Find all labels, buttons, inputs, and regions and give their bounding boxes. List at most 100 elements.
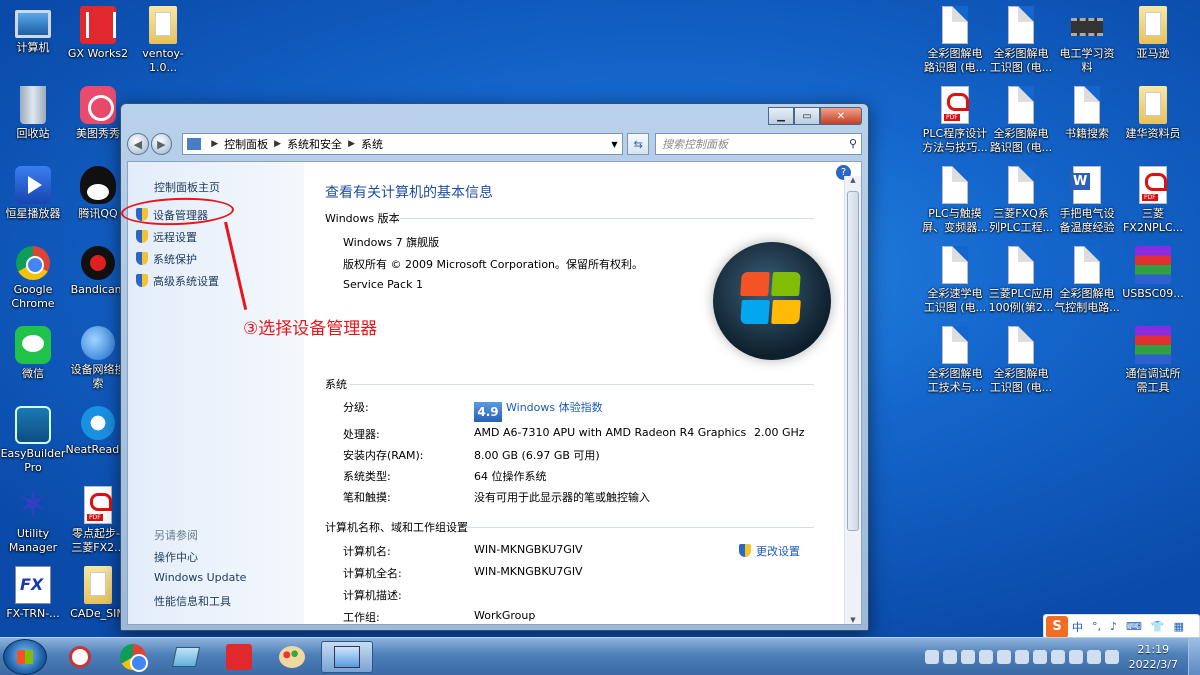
action-center-link[interactable]: 操作中心	[154, 549, 198, 565]
desktop-icon[interactable]: 恒星播放器	[0, 166, 66, 244]
desktop-icon-label: 美图秀秀	[76, 127, 120, 140]
desktop-icon[interactable]: 全彩速学电 工识图 (电...	[922, 246, 988, 324]
system-protection-link[interactable]: 系统保护	[136, 251, 197, 267]
desktop-icon[interactable]: PLC与触摸 屏、变频器...	[922, 166, 988, 244]
usb-icon[interactable]	[1050, 650, 1065, 664]
scroll-up-icon[interactable]: ▲	[845, 176, 861, 184]
start-button[interactable]	[3, 639, 47, 675]
desktop-icon[interactable]: USBSC09...	[1120, 246, 1186, 324]
breadcrumb-system-security[interactable]: 系统和安全	[287, 136, 342, 152]
taskbar-gx-works2[interactable]	[213, 641, 265, 673]
chip-icon	[1069, 6, 1105, 44]
desktop-icon[interactable]: 三菱 FX2NPLC...	[1120, 166, 1186, 244]
desktop-icon[interactable]: 微信	[0, 326, 66, 404]
desktop-icon[interactable]: GX Works2	[65, 6, 131, 84]
control-panel-icon	[334, 646, 360, 668]
name-row-label: 计算机描述:	[343, 589, 402, 602]
windows-update-link[interactable]: Windows Update	[154, 571, 246, 584]
microphone-icon[interactable]: ♪	[1110, 620, 1117, 633]
desktop-icon[interactable]: 全彩图解电 工技术与...	[922, 326, 988, 404]
search-input[interactable]: 搜索控制面板 ⚲	[655, 133, 862, 155]
performance-info-link[interactable]: 性能信息和工具	[154, 593, 231, 609]
qq-icon	[80, 166, 116, 204]
desktop-icon[interactable]: 全彩图解电 工识图 (电...	[988, 326, 1054, 404]
taskbar-notepad[interactable]	[160, 641, 212, 673]
desktop-icon-label: 建华资料员	[1125, 127, 1181, 140]
forward-button[interactable]: ▶	[150, 133, 173, 155]
tray-app-icon[interactable]	[924, 650, 939, 664]
system-window[interactable]: ▁ ▭ ✕ ◀ ▶ ▶ 控制面板 ▶ 系统和安全 ▶ 系统 ▼ ⇆ 搜索控制面板…	[120, 103, 869, 631]
change-settings-link[interactable]: 更改设置	[739, 543, 800, 559]
desktop-icon[interactable]: 计算机	[0, 6, 66, 84]
breadcrumb-system[interactable]: 系统	[361, 136, 383, 152]
experience-index-link[interactable]: Windows 体验指数	[506, 401, 603, 414]
main-pane: ? 查看有关计算机的基本信息 Windows 版本 Windows 7 旗舰版 …	[304, 162, 861, 624]
breadcrumb-control-panel[interactable]: 控制面板	[224, 136, 268, 152]
tray-app-icon[interactable]	[978, 650, 993, 664]
minimize-button[interactable]: ▁	[768, 107, 794, 125]
taskbar-control-panel[interactable]	[321, 641, 373, 673]
doc-icon	[942, 326, 968, 364]
skin-icon[interactable]: 👕	[1151, 620, 1165, 633]
desktop-icon-label: 全彩图解电 工识图 (电...	[989, 367, 1053, 394]
service-pack: Service Pack 1	[343, 278, 423, 291]
tray-app-icon[interactable]	[996, 650, 1011, 664]
toolbox-icon[interactable]: ▦	[1174, 620, 1184, 633]
tray-app-icon[interactable]	[1014, 650, 1029, 664]
desktop-icon[interactable]: 手把电气设 备温度经验	[1054, 166, 1120, 244]
experience-index[interactable]: 4.9 Windows 体验指数	[474, 399, 603, 422]
vertical-scrollbar[interactable]: ▲ ▼	[844, 176, 861, 624]
close-button[interactable]: ✕	[820, 107, 862, 125]
search-icon: ⚲	[848, 137, 857, 150]
search-placeholder: 搜索控制面板	[662, 138, 728, 151]
action-center-flag-icon[interactable]	[1068, 650, 1083, 664]
desktop-icon[interactable]: 三菱FXQ系 列PLC工程...	[988, 166, 1054, 244]
ime-chinese-mode[interactable]: 中	[1072, 619, 1083, 635]
desktop-icon[interactable]: 三菱PLC应用 100例(第2...	[988, 246, 1054, 324]
easybuilder-icon	[15, 406, 51, 444]
taskbar-snipping-tool[interactable]	[54, 641, 106, 673]
desktop-icon[interactable]: 建华资料员	[1120, 86, 1186, 164]
ime-toolbar[interactable]: S 中 °, ♪ ⌨ 👕 ▦	[1043, 614, 1200, 639]
desktop-icon[interactable]: 全彩图解电 路识图 (电...	[922, 6, 988, 84]
desktop-icon-label: Google Chrome	[11, 283, 55, 310]
desktop-icon[interactable]: 电工学习资 料	[1054, 6, 1120, 84]
desktop-icon[interactable]: Utility Manager	[0, 482, 66, 564]
taskbar-chrome[interactable]	[107, 641, 159, 673]
desktop-icon[interactable]: ventoy-1.0...	[130, 6, 196, 84]
navigation-bar: ◀ ▶ ▶ 控制面板 ▶ 系统和安全 ▶ 系统 ▼ ⇆ 搜索控制面板 ⚲	[127, 131, 862, 157]
address-bar[interactable]: ▶ 控制面板 ▶ 系统和安全 ▶ 系统 ▼	[182, 133, 624, 155]
desktop-icon[interactable]: FX-TRN-...	[0, 566, 66, 644]
desktop-icon[interactable]: 亚马逊	[1120, 6, 1186, 84]
desktop-icon[interactable]: PLC程序设计 方法与技巧...	[922, 86, 988, 164]
desktop-icon[interactable]: 全彩图解电 工识图 (电...	[988, 6, 1054, 84]
show-desktop-button[interactable]	[1188, 638, 1200, 675]
desktop-icon[interactable]: 书籍搜索	[1054, 86, 1120, 164]
back-button[interactable]: ◀	[127, 133, 149, 155]
system-row-label: 笔和触摸:	[343, 491, 391, 504]
chevron-down-icon[interactable]: ▼	[606, 134, 622, 154]
remote-settings-link[interactable]: 远程设置	[136, 229, 197, 245]
network-icon[interactable]	[1086, 650, 1101, 664]
desktop-icon[interactable]: 全彩图解电 路识图 (电...	[988, 86, 1054, 164]
refresh-button[interactable]: ⇆	[627, 133, 649, 155]
bluetooth-icon[interactable]	[1032, 650, 1047, 664]
control-panel-home-link[interactable]: 控制面板主页	[154, 179, 220, 195]
scroll-down-icon[interactable]: ▼	[845, 616, 861, 624]
advanced-settings-link[interactable]: 高级系统设置	[136, 273, 219, 289]
folder-icon	[84, 566, 112, 604]
desktop-icon[interactable]: Google Chrome	[0, 246, 66, 324]
taskbar-paint[interactable]	[266, 641, 318, 673]
desktop-icon[interactable]: 全彩图解电 气控制电路...	[1054, 246, 1120, 324]
ime-punctuation[interactable]: °,	[1092, 620, 1101, 633]
keyboard-icon[interactable]: ⌨	[1126, 620, 1142, 633]
desktop-icon[interactable]: 通信调试所 需工具	[1120, 326, 1186, 404]
tray-app-icon[interactable]	[942, 650, 957, 664]
maximize-button[interactable]: ▭	[794, 107, 820, 125]
desktop-icon[interactable]: 回收站	[0, 86, 66, 164]
tray-app-icon[interactable]	[960, 650, 975, 664]
desktop-icon[interactable]: EasyBuilder Pro	[0, 406, 66, 484]
scrollbar-thumb[interactable]	[847, 191, 859, 531]
volume-icon[interactable]	[1104, 650, 1119, 664]
clock[interactable]: 21:19 2022/3/7	[1129, 642, 1178, 672]
